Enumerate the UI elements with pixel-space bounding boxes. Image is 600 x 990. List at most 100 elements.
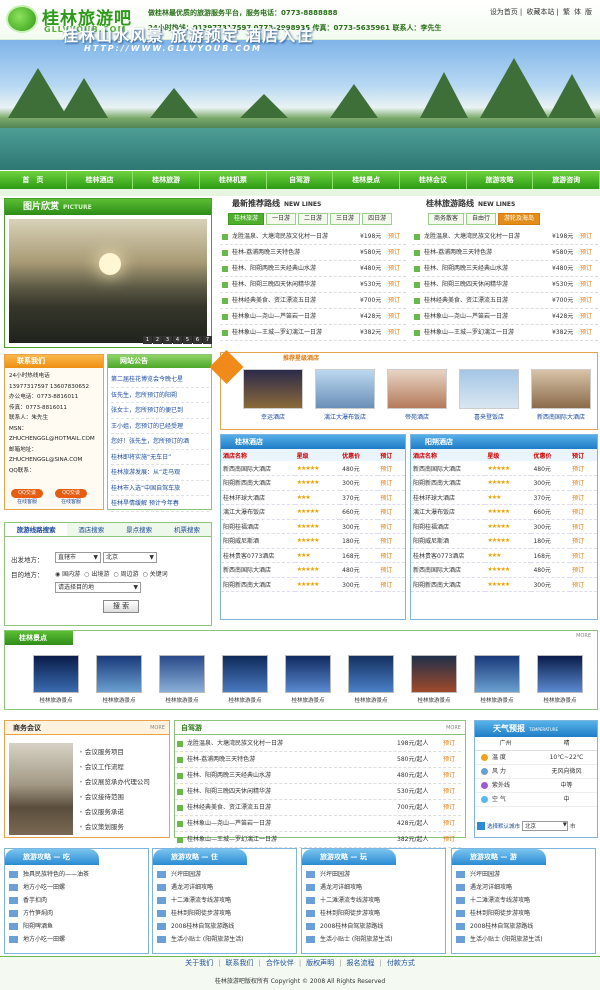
route-name[interactable]: 龙胜温泉、大塘湾民族文化村一日游 [424,229,552,244]
guide-item[interactable]: 2008桂林自驾旅游路线 [153,920,296,933]
tab-business[interactable]: 商务散客 [428,213,465,225]
route-name[interactable]: 桂林、阳朔两晚三天经典山水游 [232,261,360,276]
hotel-card[interactable]: 喜来登饭店 [459,369,519,421]
book-link[interactable]: 预订 [378,504,405,520]
hotel-name-cell[interactable]: 桂林环球大酒店 [221,490,295,505]
route-item[interactable]: 桂林、阳朔两晚三天经典山水游 ¥480元 预订 [220,261,406,277]
guide-item[interactable]: 地方小吃一田螺 [5,881,148,894]
guide-item[interactable]: 兴坪田园游 [452,868,595,881]
route-item[interactable]: 桂林、阳朔两晚三天经典山水游 ¥480元 预订 [412,261,598,277]
tab-cruise[interactable]: 游轮及海岛 [498,213,541,225]
route-name[interactable]: 桂林、阳朔三晚四天休闲精华游 [232,277,360,292]
meeting-item[interactable]: • 会议工作流程 [79,760,150,775]
route-name[interactable]: 桂林象山—尧山—芦笛岩一日游 [232,309,360,324]
tab-2day[interactable]: 二日游 [298,213,329,225]
route-item[interactable]: 桂林、阳朔三晚四天休闲精华游 ¥530元 预订 [412,277,598,293]
guide-item[interactable]: 十二滩漂流专线游攻略 [302,894,445,907]
guide-item[interactable]: 遇龙河详细攻略 [302,881,445,894]
hotel-name-cell[interactable]: 漓江大瀑布饭店 [221,504,295,520]
book-link[interactable]: 预订 [580,293,598,308]
guide-item[interactable]: 阳朔啤酒鱼 [5,920,148,933]
spot-card[interactable]: 桂林旅游景点 [411,655,457,704]
lang-link-2[interactable]: 体 [574,8,581,16]
lang-link-3[interactable]: 版 [585,8,592,16]
book-link[interactable]: 预订 [569,519,597,534]
spot-card[interactable]: 桂林旅游景点 [285,655,331,704]
route-name[interactable]: 龙胜温泉、大塘湾民族文化村一日游 [232,229,360,244]
selfdrive-item[interactable]: 桂林、阳朔两晚三天经典山水游 480元/起人 预订 [175,768,461,784]
page-button[interactable]: 4 [173,336,182,344]
hotel-name-cell[interactable]: 阳朔威尼斯酒 [221,533,295,549]
route-name[interactable]: 桂林经典美食、资江漂流五日游 [424,293,552,308]
guide-item[interactable]: 方竹笋焖肉 [5,907,148,920]
book-link[interactable]: 预订 [569,490,597,505]
book-link[interactable]: 预订 [388,245,406,260]
search-button[interactable]: 搜 索 [103,600,139,613]
book-link[interactable]: 预订 [580,261,598,276]
hotel-name-cell[interactable]: 新西南国际大酒店 [221,562,295,578]
destination-select[interactable]: 请选择目的地 ▼ [55,582,141,593]
book-link[interactable]: 预订 [388,309,406,324]
notice-item[interactable]: 桂林即将实施“无车日” [111,450,209,465]
route-name[interactable]: 龙胜温泉、大塘湾民族文化村一日游 [187,736,397,751]
hotel-card[interactable]: 漓江大瀑布饭店 [315,369,375,421]
spot-card[interactable]: 桂林旅游景点 [222,655,268,704]
meeting-item[interactable]: • 会议接待范围 [79,790,150,805]
qq-service-2[interactable]: QQ交谈 在线客服 [55,489,87,505]
radio-domestic[interactable]: ◉ 国内游 [55,569,80,578]
lang-link-1[interactable]: 繁 [563,8,570,16]
guide-item[interactable]: 桂林到阳朔徒步游攻略 [302,907,445,920]
nav-flights[interactable]: 桂林机票 [200,171,267,189]
guide-item[interactable]: 生活小贴士 (阳朔旅游生活) [153,933,296,946]
tab-1day[interactable]: 一日游 [266,213,297,225]
route-item[interactable]: 桂林-荔浦两晚三天特色游 ¥580元 预订 [220,245,406,261]
nav-meeting[interactable]: 桂林会议 [400,171,467,189]
book-link[interactable]: 预订 [388,261,406,276]
guide-item[interactable]: 2008桂林自驾旅游路线 [452,920,595,933]
notice-item[interactable]: 第二届桂花博览会今晚七星 [111,372,209,388]
route-item[interactable]: 桂林经典美食、资江漂流五日游 ¥700元 预订 [412,293,598,309]
spot-card[interactable]: 桂林旅游景点 [537,655,583,704]
selfdrive-item[interactable]: 桂林经典美食、资江漂流五日游 700元/起人 预订 [175,800,461,816]
book-link[interactable]: 预订 [569,577,597,592]
book-link[interactable]: 预订 [443,736,461,751]
notice-item[interactable]: 您好！张先生，您所预订的酒 [111,434,209,450]
guide-item[interactable]: 十二滩漂流专线游攻略 [452,894,595,907]
hotel-name-cell[interactable]: 新西南国际大酒店 [411,461,486,476]
nav-selfdrive[interactable]: 自驾游 [267,171,334,189]
notice-item[interactable]: 桂林旅游发展：从“走马观 [111,465,209,481]
footer-link[interactable]: 关于我们 [185,959,213,967]
book-link[interactable]: 预订 [388,293,406,308]
nav-home[interactable]: 首 页 [0,171,67,189]
hotel-name-cell[interactable]: 漓江大瀑布饭店 [411,504,486,520]
book-link[interactable]: 预订 [378,548,405,563]
meeting-more-link[interactable]: MORE [150,721,169,735]
route-item[interactable]: 龙胜温泉、大塘湾民族文化村一日游 ¥198元 预订 [220,229,406,245]
radio-abroad[interactable]: ○ 出境游 [84,569,109,578]
book-link[interactable]: 预订 [388,277,406,292]
book-link[interactable]: 预订 [378,490,405,505]
hotel-name-cell[interactable]: 桂林贵客0773酒店 [221,548,295,563]
meeting-item[interactable]: • 会议展览承办代理公司 [79,775,150,790]
selfdrive-item[interactable]: 桂林-荔浦两晚三天特色游 580元/起人 预订 [175,752,461,768]
tab-free[interactable]: 自由行 [466,213,497,225]
hotel-name-cell[interactable]: 桂林环球大酒店 [411,490,486,505]
selfdrive-more-link[interactable]: MORE [446,721,465,735]
meeting-item[interactable]: • 会议策划服务 [79,820,150,835]
hotel-name-cell[interactable]: 阳朔新西南大酒店 [411,577,486,592]
book-link[interactable]: 预订 [569,562,597,578]
hotel-name-cell[interactable]: 新西南国际大酒店 [221,461,295,476]
book-link[interactable]: 预订 [569,504,597,520]
notice-item[interactable]: 王小姐，您预订的已经受理 [111,419,209,434]
hotel-name-cell[interactable]: 阳朔桂福酒店 [221,519,295,534]
tab-3day[interactable]: 三日游 [330,213,361,225]
guide-item[interactable]: 2008桂林自驾旅游路线 [302,920,445,933]
book-link[interactable]: 预订 [569,533,597,549]
hotel-card[interactable]: 幸运酒店 [243,369,303,421]
page-button[interactable]: 3 [163,336,172,344]
tab-guilin[interactable]: 桂林旅游 [228,213,265,225]
selfdrive-item[interactable]: 龙胜温泉、大塘湾民族文化村一日游 198元/起人 预订 [175,736,461,752]
spot-card[interactable]: 桂林旅游景点 [474,655,520,704]
guide-item[interactable]: 桂林到阳朔徒步游攻略 [452,907,595,920]
route-name[interactable]: 桂林-荔浦两晚三天特色游 [187,752,397,767]
